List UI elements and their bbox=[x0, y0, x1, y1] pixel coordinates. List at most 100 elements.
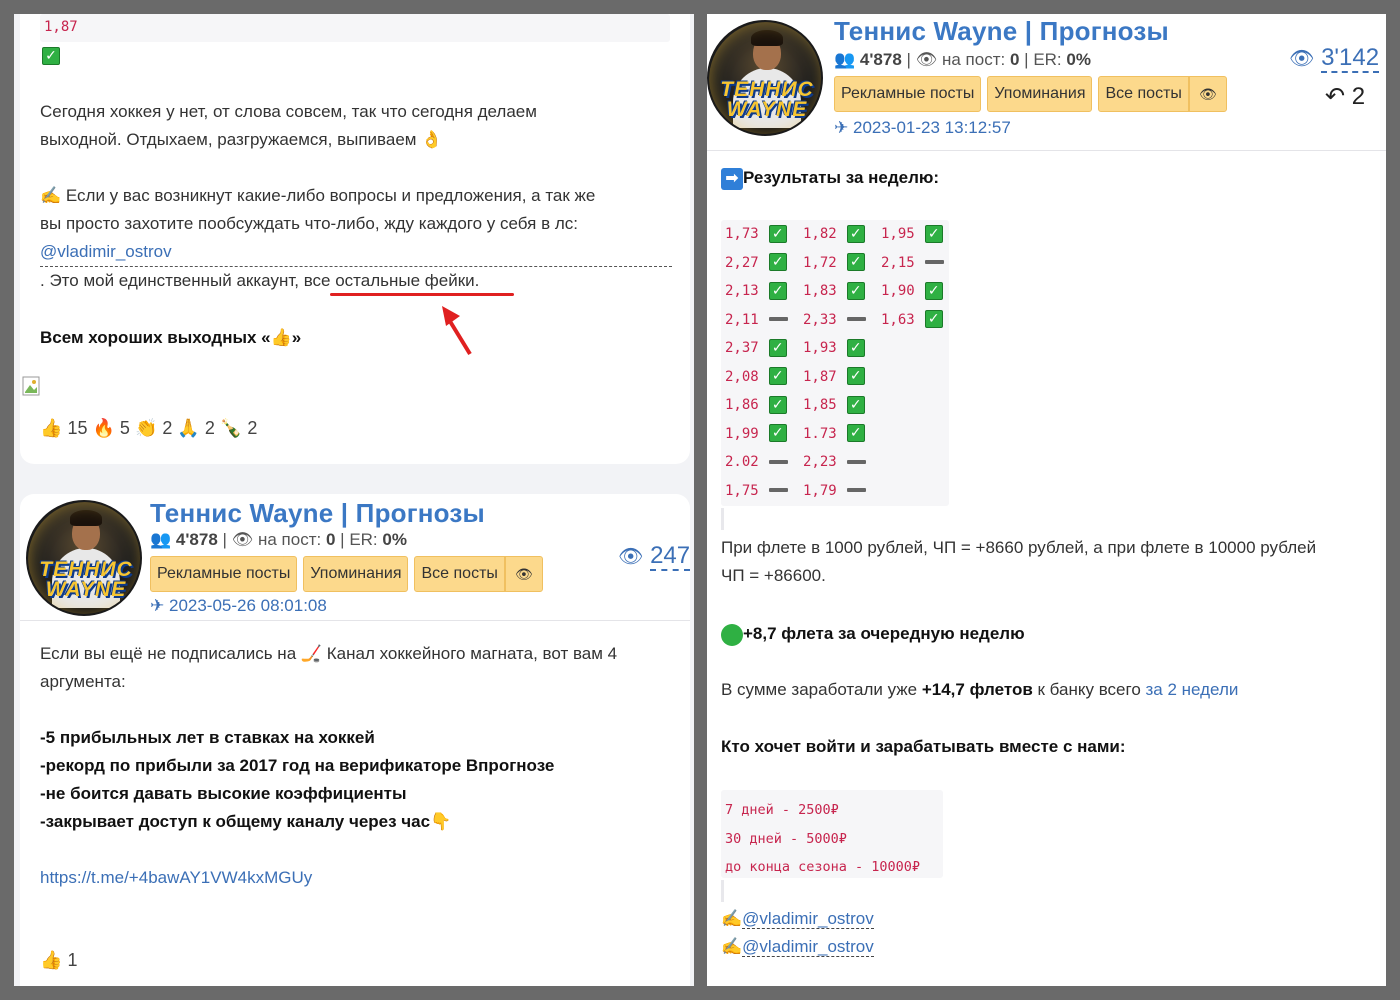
repost-icon: ↶ bbox=[1325, 83, 1346, 110]
check-icon: ✓ bbox=[846, 253, 865, 272]
post-text-bold: Всем хороших выходных «👍» bbox=[40, 328, 302, 347]
reposts-counter: ↶ 2 bbox=[1325, 82, 1365, 111]
pray-icon: 🙏 bbox=[177, 418, 200, 438]
text-span: к банку всего bbox=[1032, 680, 1146, 699]
post-text-line: ЧП = +86600. bbox=[721, 566, 826, 585]
code-block bbox=[40, 14, 670, 42]
post-text-line: При флете в 1000 рублей, ЧП = +8660 рубл… bbox=[721, 538, 1317, 557]
check-icon: ✓ bbox=[846, 424, 865, 443]
odds-value: 1,73 bbox=[725, 226, 759, 242]
odds-value: 1.73 bbox=[803, 425, 837, 442]
result-cell: 2,27 ✓ bbox=[725, 251, 787, 275]
reaction-bottle[interactable]: 🍾 2 bbox=[220, 418, 257, 438]
odds-value: 1,63 bbox=[881, 311, 915, 328]
reaction-fire[interactable]: 🔥 5 bbox=[92, 418, 129, 438]
odds-value: 1,75 bbox=[725, 482, 759, 499]
check-icon: ✓ bbox=[846, 395, 865, 414]
post-text-line: выходной. Отдыхаем, разгружаемся, выпива… bbox=[40, 130, 443, 149]
result-cell: 1,93 ✓ bbox=[803, 336, 865, 360]
all-posts-button[interactable]: Все посты bbox=[414, 556, 505, 592]
result-cell: 1.73 ✓ bbox=[803, 422, 865, 446]
bottle-icon: 🍾 bbox=[219, 418, 243, 438]
channel-title[interactable]: Теннис Wayne | Прогнозы bbox=[150, 498, 485, 529]
post-date[interactable]: ✈ 2023-05-26 08:01:08 bbox=[150, 596, 327, 616]
check-icon: ✓ bbox=[768, 253, 787, 272]
reactions-bar: 👍 1 bbox=[40, 950, 77, 971]
red-arrow-icon bbox=[442, 306, 472, 356]
odds-value: 2,33 bbox=[803, 311, 837, 328]
check-icon: ✓ bbox=[768, 395, 787, 414]
odds-value: 1,99 bbox=[725, 425, 759, 442]
eye-icon-button[interactable]: 👁 bbox=[1188, 76, 1227, 112]
reaction-count: 2 bbox=[247, 418, 258, 438]
reaction-count: 1 bbox=[67, 950, 78, 970]
price-item: 30 дней - 5000₽ bbox=[725, 830, 847, 847]
code-block-tail bbox=[721, 880, 724, 902]
result-cell: 2.02 bbox=[725, 450, 788, 474]
mentions-button[interactable]: Упоминания bbox=[987, 76, 1093, 112]
week-result-text: +8,7 флета за очередную неделю bbox=[743, 624, 1025, 643]
clap-icon: 👏 bbox=[134, 418, 158, 438]
code-value: 1,87 bbox=[44, 19, 78, 35]
er-label: ER: bbox=[1033, 50, 1062, 69]
broken-image-icon bbox=[22, 374, 44, 398]
reaction-pray[interactable]: 🙏 2 bbox=[177, 418, 214, 438]
result-cell: 2,13 ✓ bbox=[725, 279, 787, 303]
eye-icon: 👁 bbox=[231, 530, 254, 549]
result-cell: 1,72 ✓ bbox=[803, 251, 865, 275]
subscribers-count: 4'878 bbox=[859, 50, 902, 69]
fire-icon: 🔥 bbox=[92, 418, 115, 438]
views-count[interactable]: 247 bbox=[650, 542, 691, 571]
void-dash-icon bbox=[768, 317, 788, 322]
two-weeks-link[interactable]: за 2 недели bbox=[1146, 680, 1239, 699]
check-icon: ✓ bbox=[768, 424, 787, 443]
result-cell: 2,15 bbox=[881, 251, 944, 275]
result-cell: 1,75 bbox=[725, 479, 788, 503]
reaction-thumbs-up[interactable]: 👍 1 bbox=[40, 950, 77, 970]
channel-title[interactable]: Теннис Wayne | Прогнозы bbox=[834, 16, 1169, 47]
all-posts-button[interactable]: Все посты bbox=[1098, 76, 1189, 112]
contact-link[interactable]: @vladimir_ostrov bbox=[742, 937, 874, 957]
reaction-clap[interactable]: 👏 2 bbox=[135, 418, 172, 438]
reaction-count: 15 bbox=[67, 418, 88, 438]
bullet-line: -не боится давать высокие коэффициенты bbox=[40, 784, 407, 803]
week-result: +8,7 флета за очередную неделю bbox=[721, 620, 1025, 648]
void-dash-icon bbox=[846, 317, 866, 322]
reaction-thumbs-up[interactable]: 👍 15 bbox=[40, 418, 87, 438]
views-counter: 👁 247 bbox=[618, 542, 691, 571]
ads-posts-button[interactable]: Рекламные посты bbox=[834, 76, 982, 112]
channel-avatar[interactable]: ТЕННИС WAYNE bbox=[26, 500, 142, 616]
result-cell: 1,86 ✓ bbox=[725, 393, 787, 417]
check-icon: ✓ bbox=[924, 310, 943, 329]
reactions-bar: 👍 15 🔥 5 👏 2 🙏 2 🍾 2 bbox=[40, 418, 257, 439]
odds-value: 1,90 bbox=[881, 283, 915, 299]
mention-link[interactable]: @vladimir_ostrov bbox=[40, 238, 172, 266]
subscribers-count: 4'878 bbox=[175, 530, 218, 549]
channel-avatar[interactable]: ТЕННИС WAYNE bbox=[707, 20, 823, 136]
eye-icon: 👁 bbox=[618, 546, 644, 568]
odds-value: 2,15 bbox=[881, 254, 915, 271]
eye-icon-button[interactable]: 👁 bbox=[504, 556, 543, 592]
text-span: . bbox=[474, 271, 480, 290]
views-count[interactable]: 3'142 bbox=[1321, 44, 1380, 73]
text-span: . Это мой единственный аккаунт, bbox=[40, 271, 304, 290]
channel-button-row: Рекламные посты Упоминания Все посты 👁 bbox=[150, 556, 543, 592]
per-post-label: на пост: bbox=[257, 530, 322, 549]
highlighted-text: все остальные фейки bbox=[303, 271, 475, 290]
invite-link[interactable]: https://t.me/+4bawAY1VW4kxMGUy bbox=[40, 864, 312, 892]
writing-hand-icon: ✍️ bbox=[721, 909, 743, 928]
post-date[interactable]: ✈ 2023-01-23 13:12:57 bbox=[834, 118, 1011, 138]
result-cell: 1,63 ✓ bbox=[881, 308, 943, 332]
subscribers-icon: 👥 bbox=[150, 530, 172, 549]
mentions-button[interactable]: Упоминания bbox=[303, 556, 409, 592]
result-cell: 1,85 ✓ bbox=[803, 393, 865, 417]
void-dash-icon bbox=[768, 488, 788, 493]
bullet-line: -закрывает доступ к общему каналу через … bbox=[40, 812, 452, 831]
ads-posts-button[interactable]: Рекламные посты bbox=[150, 556, 298, 592]
text-span: В сумме заработали уже bbox=[721, 680, 922, 699]
result-cell: 1,95 ✓ bbox=[881, 222, 943, 246]
red-underline bbox=[330, 293, 514, 296]
channel-stats: 👥 4'878 | 👁 на пост: 0 | ER: 0% bbox=[834, 50, 1091, 69]
price-item: до конца сезона - 10000₽ bbox=[725, 859, 921, 875]
contact-link[interactable]: @vladimir_ostrov bbox=[742, 909, 874, 929]
